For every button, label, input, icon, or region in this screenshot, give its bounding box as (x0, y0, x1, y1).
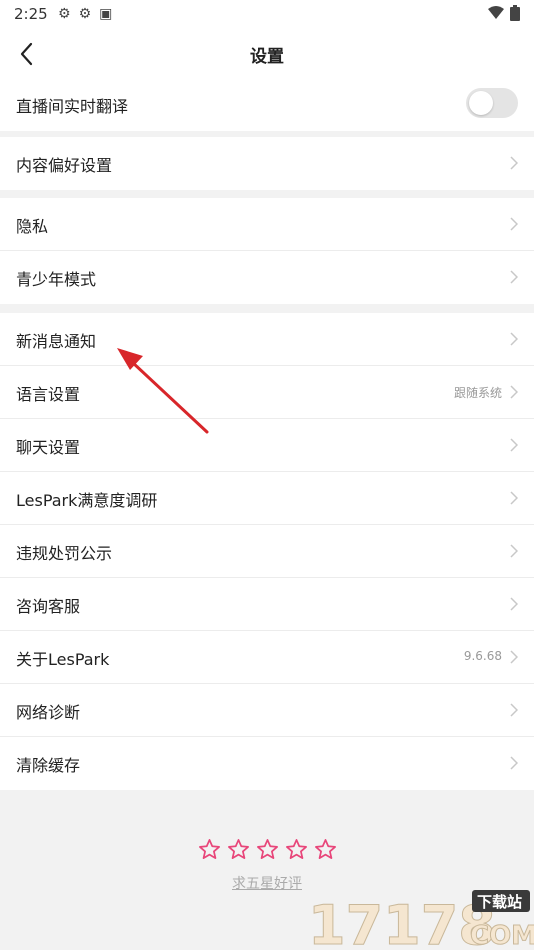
status-bar: 2:25 ⚙ ⚙ ▣ (0, 0, 534, 28)
chevron-right-icon (510, 703, 518, 717)
settings-row-clear-cache[interactable]: 清除缓存 (0, 737, 534, 790)
star-icon[interactable] (256, 838, 279, 861)
chevron-right-icon (510, 156, 518, 170)
settings-group-translation: 直播间实时翻译 (0, 78, 534, 131)
row-label: 青少年模式 (16, 270, 97, 289)
row-label: 内容偏好设置 (16, 156, 113, 175)
notification-icons: ⚙ ⚙ ▣ (58, 6, 112, 22)
app-notification-icon: ▣ (99, 6, 113, 22)
wifi-icon (488, 6, 504, 19)
star-icon[interactable] (314, 838, 337, 861)
watermark-domain: COM (470, 921, 534, 950)
settings-row-teen-mode[interactable]: 青少年模式 (0, 251, 534, 304)
settings-group-content: 内容偏好设置 (0, 137, 534, 190)
header: 设置 (0, 28, 534, 80)
chevron-right-icon (510, 544, 518, 558)
live-translation-toggle[interactable] (466, 88, 518, 118)
battery-icon (510, 5, 520, 21)
chevron-right-icon (510, 217, 518, 231)
app-version: 9.6.68 (463, 649, 502, 663)
settings-group-privacy: 隐私 青少年模式 (0, 198, 534, 304)
settings-row-about[interactable]: 关于LesPark 9.6.68 (0, 631, 534, 684)
settings-row-language[interactable]: 语言设置 跟随系统 (0, 366, 534, 419)
chevron-right-icon (510, 332, 518, 346)
settings-row-live-translation: 直播间实时翻译 (0, 78, 534, 131)
toggle-knob (469, 91, 493, 115)
row-label: 清除缓存 (16, 756, 81, 775)
settings-row-support[interactable]: 咨询客服 (0, 578, 534, 631)
watermark-number: 17178 (308, 894, 496, 950)
settings-row-privacy[interactable]: 隐私 (0, 198, 534, 251)
app-notification-icon: ⚙ (58, 6, 71, 22)
app-notification-icon: ⚙ (78, 6, 92, 22)
row-label: 直播间实时翻译 (16, 97, 129, 116)
settings-row-chat[interactable]: 聊天设置 (0, 419, 534, 472)
system-icons (488, 5, 520, 21)
row-label: 语言设置 (16, 385, 81, 404)
chevron-right-icon (510, 385, 518, 399)
row-label: 关于LesPark (16, 650, 110, 669)
chevron-right-icon (510, 597, 518, 611)
row-label: 网络诊断 (16, 703, 81, 722)
row-label: 新消息通知 (16, 332, 97, 351)
settings-row-survey[interactable]: LesPark满意度调研 (0, 472, 534, 525)
settings-row-content-preference[interactable]: 内容偏好设置 (0, 137, 534, 190)
row-label: 违规处罚公示 (16, 544, 113, 563)
page-title: 设置 (250, 47, 284, 67)
row-label: 聊天设置 (16, 438, 81, 457)
star-icon[interactable] (227, 838, 250, 861)
rating-stars[interactable] (0, 838, 534, 861)
star-icon[interactable] (198, 838, 221, 861)
row-label: LesPark满意度调研 (16, 491, 158, 510)
watermark-sub: 下载站 (477, 893, 522, 911)
chevron-right-icon (510, 756, 518, 770)
star-icon[interactable] (285, 838, 308, 861)
settings-row-violations[interactable]: 违规处罚公示 (0, 525, 534, 578)
chevron-right-icon (510, 270, 518, 284)
chevron-right-icon (510, 438, 518, 452)
settings-row-notifications[interactable]: 新消息通知 (0, 313, 534, 366)
watermark-logo: 17178 下载站 COM (308, 890, 534, 950)
row-value: 跟随系统 (453, 386, 502, 400)
settings-row-network[interactable]: 网络诊断 (0, 684, 534, 737)
status-time: 2:25 (14, 5, 48, 23)
chevron-right-icon (510, 650, 518, 664)
row-label: 咨询客服 (16, 597, 81, 616)
settings-group-general: 新消息通知 语言设置 跟随系统 聊天设置 LesPark满意度调研 违规处罚公示… (0, 313, 534, 790)
row-label: 隐私 (16, 217, 49, 236)
chevron-right-icon (510, 491, 518, 505)
